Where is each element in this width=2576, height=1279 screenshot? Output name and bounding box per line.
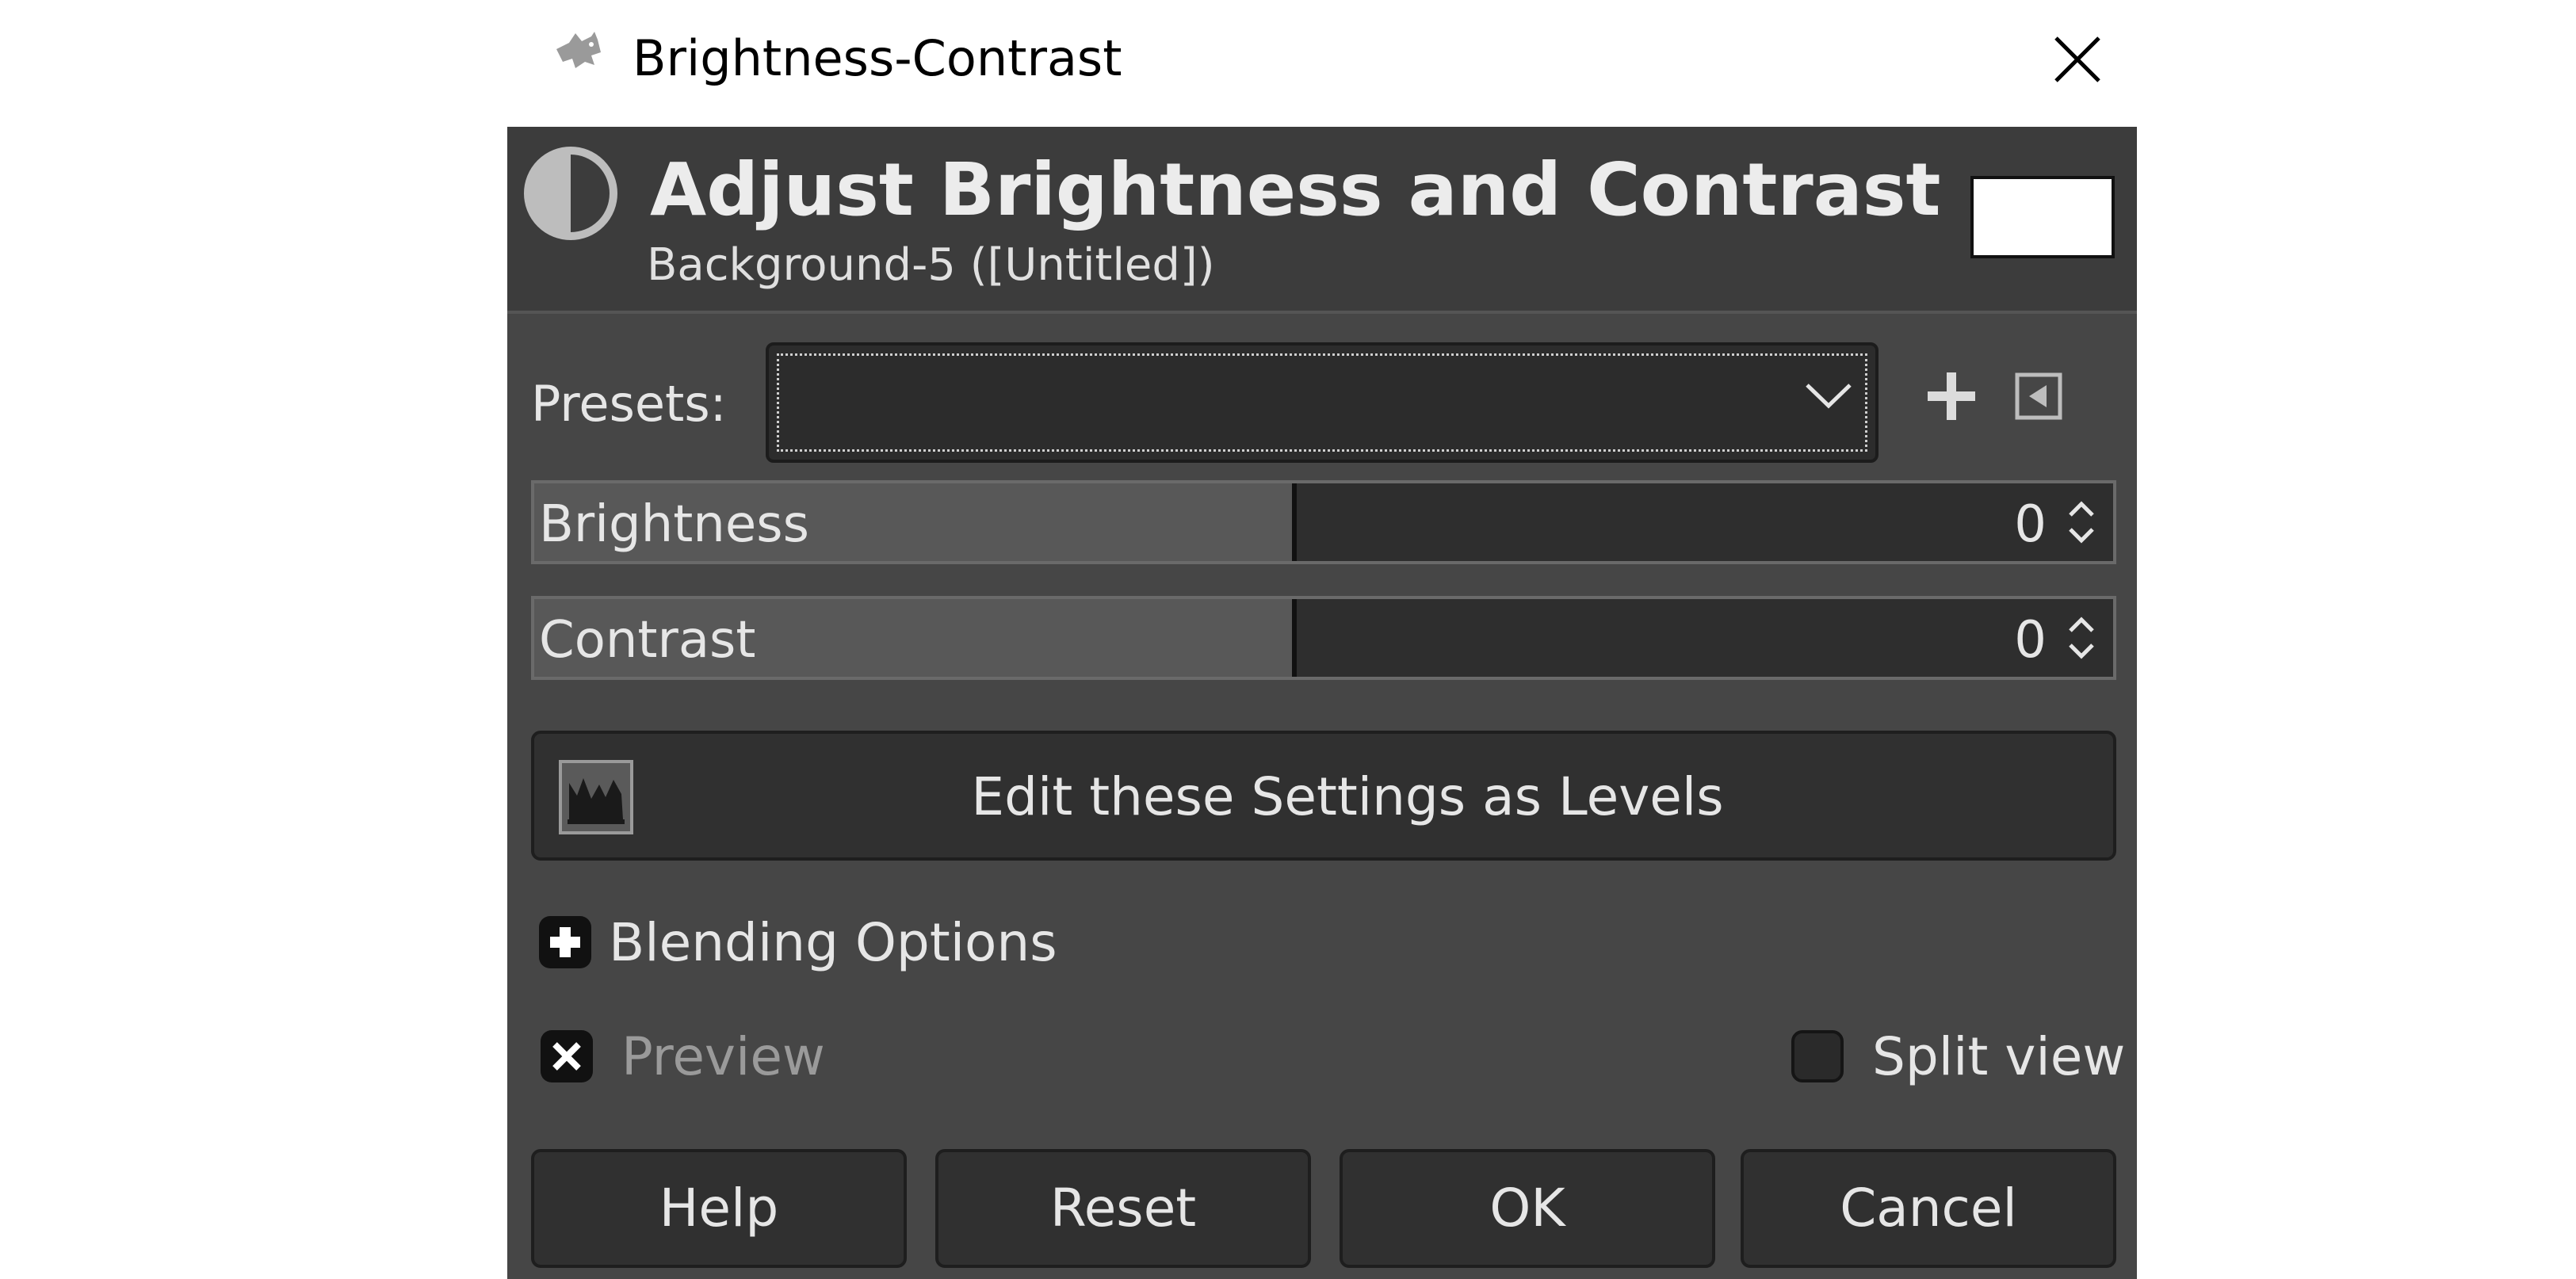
expand-plus-icon: [550, 927, 580, 957]
help-button[interactable]: Help: [531, 1149, 907, 1268]
expander-box[interactable]: [539, 916, 591, 968]
preview-label: Preview: [621, 1026, 825, 1087]
brightness-value[interactable]: 0: [2014, 493, 2047, 556]
focus-ring: [777, 353, 1867, 452]
dialog-body: Adjust Brightness and Contrast Backgroun…: [507, 127, 2137, 1279]
presets-combobox[interactable]: [766, 342, 1878, 463]
blending-options-label: Blending Options: [609, 912, 1057, 973]
preset-menu-icon[interactable]: [2013, 371, 2064, 422]
layer-subtitle: Background-5 ([Untitled]): [647, 239, 1215, 291]
brightness-slider[interactable]: Brightness 0: [531, 480, 2116, 564]
split-view-checkbox[interactable]: [1791, 1030, 1844, 1082]
preview-checkbox[interactable]: [541, 1030, 593, 1082]
contrast-label: Contrast: [539, 611, 756, 670]
window-title: Brightness-Contrast: [633, 29, 1122, 87]
contrast-value[interactable]: 0: [2014, 609, 2047, 672]
edit-as-levels-button[interactable]: Edit these Settings as Levels: [531, 731, 2116, 861]
split-view-label: Split view: [1872, 1026, 2126, 1087]
window-titlebar: Brightness-Contrast: [507, 0, 2132, 127]
brightness-contrast-icon: [524, 147, 617, 240]
reset-button[interactable]: Reset: [935, 1149, 1311, 1268]
contrast-slider[interactable]: Contrast 0: [531, 596, 2116, 680]
contrast-spin-arrows-icon[interactable]: [2059, 604, 2104, 672]
layer-preview-thumbnail: [1970, 176, 2115, 258]
presets-label: Presets:: [531, 375, 727, 433]
close-icon[interactable]: [2042, 24, 2113, 95]
brightness-spin-arrows-icon[interactable]: [2059, 488, 2104, 556]
ok-button[interactable]: OK: [1340, 1149, 1715, 1268]
dialog-header: Adjust Brightness and Contrast Backgroun…: [507, 127, 2137, 314]
add-preset-icon[interactable]: [1920, 365, 1983, 428]
edit-as-levels-label: Edit these Settings as Levels: [971, 766, 1724, 827]
dialog-heading: Adjust Brightness and Contrast: [650, 147, 1941, 232]
checkmark-x-icon: [552, 1042, 581, 1071]
chevron-down-icon[interactable]: [1802, 380, 1855, 412]
brightness-label: Brightness: [539, 495, 809, 554]
cancel-button[interactable]: Cancel: [1741, 1149, 2116, 1268]
gimp-icon: [556, 32, 601, 68]
